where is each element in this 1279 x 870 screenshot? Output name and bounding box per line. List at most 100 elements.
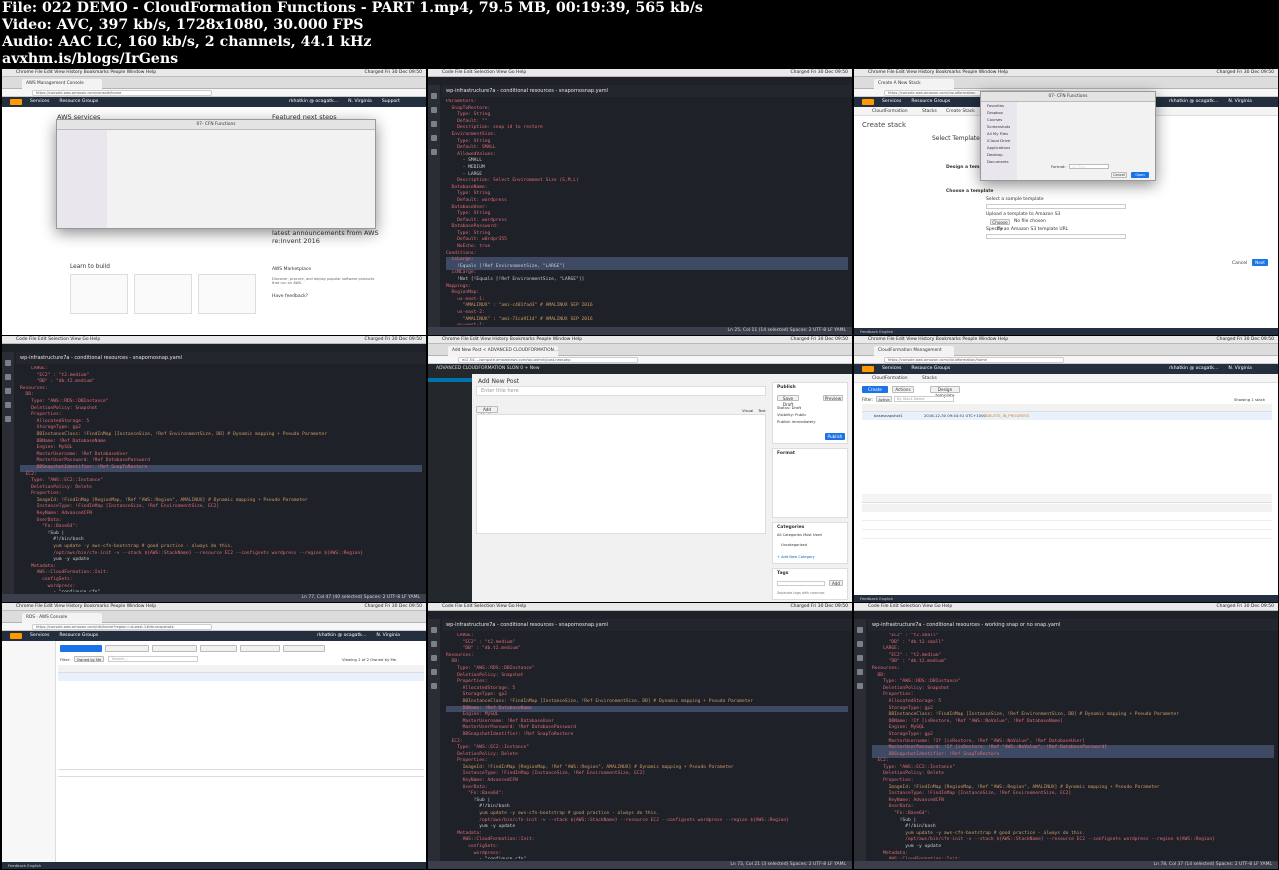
code-line[interactable]: RegionMap: [446,290,848,297]
code-line[interactable]: DatabaseUser: [446,205,848,212]
code-line[interactable]: Parameters: [446,99,848,106]
code-line[interactable]: Type: "AWS::RDS::DBInstance" [872,679,1274,686]
learn-card[interactable] [134,274,192,314]
code-line[interactable]: DeletionPolicy: Snapshot [446,673,848,680]
code-line[interactable]: yum -y update [20,557,422,564]
menu-items[interactable]: File Edit View History Bookmarks People … [35,70,156,75]
account-menu[interactable]: rkhatkin @ ocagatk... [1169,366,1218,371]
debug-icon[interactable] [5,402,11,408]
code-area[interactable]: Parameters: SnapToRestore: Type: String … [446,99,848,325]
code-line[interactable]: DBName: !Ref DatabaseName [20,439,422,446]
code-line[interactable]: DBSnapshotIdentifier: !Ref SnapToRestore [20,464,422,472]
code-line[interactable]: AWS::CloudFormation::Init: [446,837,848,844]
actions-button[interactable]: Actions [892,386,914,393]
url-input[interactable]: ec2-54-...compute.amazonaws.com/wp-admin… [458,357,638,363]
code-line[interactable]: DBSnapshotIdentifier: !Ref SnapToRestore [446,732,848,739]
code-line[interactable]: MasterUserPassword: !If [isRestore, !Ref… [872,745,1274,752]
browser-tab[interactable]: RDS · AWS Console [22,613,102,623]
extensions-icon[interactable] [857,683,863,689]
code-line[interactable]: Default: w0rdpr355 [446,237,848,244]
code-line[interactable]: KeyName: AdvancedCFN [446,778,848,785]
app-menu[interactable]: Code [16,337,28,342]
code-line[interactable]: UserData: [872,804,1274,811]
menu-items[interactable]: File Edit Selection View Go Help [455,70,526,75]
editor-tab[interactable]: wp-infrastructure7a - conditional resour… [868,619,1278,631]
code-line[interactable]: "AMALINUX" : "ami-71ca9114" # AMALINUX S… [446,317,848,324]
resource-groups-menu[interactable]: Resource Groups [59,99,98,104]
nav-cloudformation[interactable]: CloudFormation [872,109,908,114]
snapshot-search[interactable]: Search... [108,656,198,662]
code-line[interactable]: - "configure_cfn" [446,857,848,859]
add-media-button[interactable]: Add Media [476,406,498,418]
code-line[interactable]: Conditions: [446,251,848,258]
cancel-link[interactable]: Cancel [1232,261,1247,266]
snapshot-row[interactable] [58,769,424,777]
code-line[interactable]: eu-west-1: [446,323,848,325]
learn-card[interactable] [70,274,128,314]
nav-stacks[interactable]: Stacks [922,376,937,381]
code-line[interactable]: Default: SMALL [446,145,848,152]
code-line[interactable]: DeletionPolicy: Snapshot [872,686,1274,693]
code-line[interactable]: AWS::CloudFormation::Init: [20,570,422,577]
choose-file-button[interactable]: Choose file [990,219,1010,231]
code-line[interactable]: DeletionPolicy: Snapshot [20,406,422,413]
code-line[interactable]: Properties: [20,491,422,498]
browser-tab[interactable]: Create A New Stack [874,79,954,89]
account-menu[interactable]: rkhatkin @ ocagatk... [317,633,366,638]
git-icon[interactable] [857,655,863,661]
account-menu[interactable]: rkhatkin @ ocagatk... [289,99,338,104]
code-line[interactable]: MasterUserPassword: !Ref DatabasePasswor… [20,458,422,465]
code-line[interactable]: Properties: [20,412,422,419]
editor-tab[interactable]: wp-infrastructure7a - conditional resour… [16,352,426,364]
stack-name[interactable]: basesnapshot1 [874,413,903,418]
learn-card[interactable] [198,274,256,314]
code-line[interactable]: configSets: [20,577,422,584]
code-line[interactable]: Properties: [872,778,1274,785]
support-menu[interactable]: Support [382,99,400,104]
git-icon[interactable] [431,655,437,661]
resource-row[interactable] [862,522,1272,530]
code-line[interactable]: Type: String [446,191,848,198]
code-line[interactable]: Resources: [872,666,1274,673]
code-line[interactable]: - MEDIUM [446,165,848,172]
app-menu[interactable]: Chrome [16,604,34,609]
code-line[interactable]: #!/bin/bash [872,824,1274,831]
resource-row[interactable] [862,513,1272,521]
snapshot-action-button[interactable] [282,645,325,652]
tags-input[interactable] [777,581,825,586]
editor-tab[interactable]: wp-infrastructure7a - conditional resour… [442,619,852,631]
code-line[interactable]: "DB" : "db.t2.medium" [446,646,848,653]
search-icon[interactable] [431,107,437,113]
publish-button[interactable]: Publish [825,433,845,440]
code-line[interactable]: MasterUserPassword: !Ref DatabasePasswor… [446,725,848,732]
app-menu[interactable]: Code [868,604,880,609]
add-category-link[interactable]: + Add New Category [777,555,815,559]
app-menu[interactable]: Chrome [868,70,886,75]
code-line[interactable]: "DB" : "db.t2.small" [872,640,1274,647]
code-line[interactable]: yum -y update [872,844,1274,851]
sample-select[interactable] [986,204,1126,209]
code-line[interactable]: InstanceType: !FindInMap [InstanceSize, … [872,791,1274,798]
account-menu[interactable]: rkhatkin @ ocagatk... [1169,99,1218,104]
code-line[interactable]: !Equals [!Ref EnvironmentSize, "LARGE"] [446,263,848,271]
services-menu[interactable]: Services [30,99,49,104]
option-upload[interactable]: Upload a template to Amazon S3 [986,212,1060,217]
code-line[interactable]: DBSnapshotIdentifier: !Ref SnapToRestore [872,751,1274,759]
url-bar[interactable]: ec2-54-...compute.amazonaws.com/wp-admin… [428,356,852,364]
code-line[interactable]: "Fn::Base64": [872,811,1274,818]
debug-icon[interactable] [857,669,863,675]
snapshot-action-button[interactable] [240,645,280,652]
code-line[interactable]: Type: "AWS::EC2::Instance" [446,745,848,752]
services-menu[interactable]: Services [882,99,901,104]
visual-tab[interactable]: Visual [742,408,753,413]
code-line[interactable]: UserData: [20,518,422,525]
code-line[interactable]: configSets: [446,844,848,851]
resource-groups-menu[interactable]: Resource Groups [911,366,950,371]
option-s3[interactable]: Specify an Amazon S3 template URL [986,227,1068,232]
url-input[interactable]: https://console.aws.amazon.com/console/h… [32,90,212,96]
code-line[interactable]: Type: "AWS::RDS::DBInstance" [20,399,422,406]
code-line[interactable]: StorageType: gp2 [872,732,1274,739]
aws-logo-icon[interactable] [10,633,22,639]
code-line[interactable]: KeyName: AdvancedCFN [20,511,422,518]
browser-tab[interactable]: Add New Post < ADVANCED CLOUDFORMATION..… [448,346,558,356]
